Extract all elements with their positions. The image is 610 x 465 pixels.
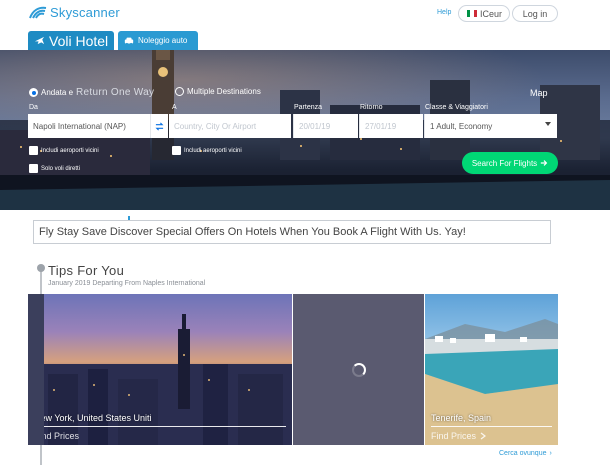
- card-caption: New York, United States Uniti: [34, 413, 152, 423]
- destination-card-tenerife[interactable]: Tenerife, Spain Find Prices: [425, 294, 558, 445]
- swap-button[interactable]: [150, 114, 168, 138]
- promo-text: Fly Stay Save Discover Special Offers On…: [39, 226, 466, 238]
- nearby-from-checkbox[interactable]: Includi aeroporti vicini: [29, 146, 99, 155]
- swap-arrows-icon: [155, 122, 164, 130]
- return-label: Ritorno: [360, 104, 383, 111]
- promo-banner[interactable]: Fly Stay Save Discover Special Offers On…: [33, 220, 551, 244]
- nearby-to-checkbox[interactable]: Includi aeroporti vicini: [172, 146, 242, 155]
- plane-icon: [34, 36, 45, 45]
- search-flights-button[interactable]: Search For Flights: [462, 152, 558, 174]
- direct-only-checkbox[interactable]: Solo voli diretti: [29, 164, 80, 173]
- trip-oneway-faded-label[interactable]: Return One Way: [76, 87, 154, 98]
- card-divider: [431, 426, 552, 427]
- search-anywhere-label: Cerca ovunque: [499, 450, 547, 457]
- to-input[interactable]: Country, City Or Airport: [169, 114, 291, 138]
- find-prices-label: Find Prices: [431, 431, 477, 441]
- depart-date-input[interactable]: 20/01/19: [293, 114, 358, 138]
- trip-multi-label: Multiple Destinations: [187, 87, 261, 96]
- from-value: Napoli International (NAP): [33, 121, 126, 131]
- direct-only-label: Solo voli diretti: [41, 165, 81, 172]
- search-anywhere-link[interactable]: Cerca ovunque ›: [499, 450, 552, 457]
- to-placeholder: Country, City Or Airport: [174, 121, 257, 131]
- skyscanner-sunrise-icon: [29, 6, 47, 19]
- tab-car-rental[interactable]: Noleggio auto: [118, 31, 198, 50]
- trip-return-label: Andata e: [41, 88, 74, 97]
- checkbox[interactable]: [172, 146, 181, 155]
- checkbox[interactable]: [29, 164, 38, 173]
- nearby-from-label: Includi aeroporti vicini: [41, 147, 99, 154]
- destination-card-loading[interactable]: [293, 294, 424, 445]
- login-button[interactable]: Log in: [512, 5, 558, 22]
- card-caption: Tenerife, Spain: [431, 413, 492, 423]
- class-travellers-select[interactable]: 1 Adult, Economy: [424, 114, 557, 138]
- class-value: 1 Adult, Economy: [430, 121, 493, 131]
- depart-value: 20/01/19: [299, 121, 331, 131]
- to-label: A: [172, 104, 177, 111]
- tips-subtitle: January 2019 Departing From Naples Inter…: [48, 280, 206, 287]
- trip-type-multi[interactable]: Multiple Destinations: [175, 87, 261, 96]
- depart-label: Partenza: [294, 104, 323, 111]
- timeline-dot: [37, 264, 45, 272]
- car-icon: [124, 37, 134, 45]
- tab-flights[interactable]: Voli Hotel: [28, 31, 114, 50]
- language-label: ICeur: [480, 8, 503, 19]
- radio-return[interactable]: [29, 88, 38, 97]
- checkbox[interactable]: [29, 146, 38, 155]
- chevron-right-icon: [480, 432, 487, 440]
- from-label: Da: [29, 104, 38, 111]
- italy-flag-icon: [467, 10, 477, 17]
- nearby-to-label: Includi aeroporti vicini: [184, 147, 242, 154]
- find-prices-link[interactable]: Find Prices: [431, 431, 487, 441]
- card-edge-shadow: [28, 294, 44, 445]
- trip-type-return[interactable]: Andata e Return One Way: [29, 87, 154, 98]
- tab-flights-label: Voli Hotel: [49, 32, 109, 49]
- logo-text: Skyscanner: [50, 4, 120, 20]
- return-value: 27/01/19: [365, 121, 397, 131]
- search-button-label: Search For Flights: [471, 158, 538, 168]
- logo[interactable]: Skyscanner: [28, 4, 120, 20]
- spinner-icon: [351, 362, 366, 377]
- top-header: Skyscanner Help ICeur Log in: [0, 0, 610, 32]
- tab-car-rental-label: Noleggio auto: [138, 36, 188, 45]
- tips-title: Tips For You: [48, 263, 125, 278]
- chevron-down-icon: [545, 122, 551, 126]
- card-divider: [34, 426, 286, 427]
- help-link[interactable]: Help: [437, 9, 451, 16]
- map-link[interactable]: Map: [530, 88, 548, 98]
- from-input[interactable]: Napoli International (NAP): [28, 114, 150, 138]
- return-date-input[interactable]: 27/01/19: [359, 114, 423, 138]
- arrow-right-icon: [540, 160, 548, 166]
- class-label: Classe & Viaggiatori: [425, 104, 488, 111]
- chevron-right-icon: ›: [549, 450, 552, 457]
- destination-card-new-york[interactable]: New York, United States Uniti Find Price…: [28, 294, 292, 445]
- language-button[interactable]: ICeur: [458, 5, 510, 22]
- radio-multi[interactable]: [175, 87, 184, 96]
